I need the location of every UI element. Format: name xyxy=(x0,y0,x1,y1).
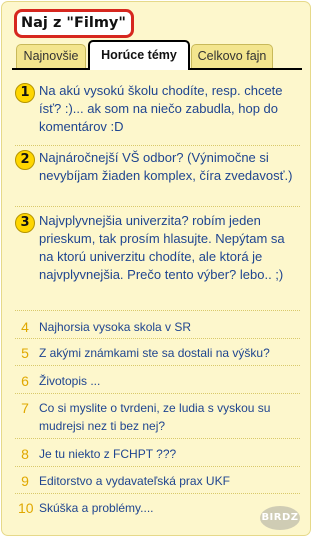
topic-link[interactable]: Najnáročnejší VŠ odbor? (Výnimočne si ne… xyxy=(39,149,301,185)
tab-celkovo-fajn[interactable]: Celkovo fajn xyxy=(191,44,273,68)
rank-number: 4 xyxy=(21,319,29,335)
rank-number: 10 xyxy=(18,500,34,516)
top-topics-widget: Naj z "Filmy" Najnovšie Horúce témy Celk… xyxy=(1,1,311,536)
rank-badge: 1 xyxy=(15,83,35,103)
tab-bar: Najnovšie Horúce témy Celkovo fajn xyxy=(2,40,312,70)
divider xyxy=(15,338,300,339)
widget-title: Naj z "Filmy" xyxy=(14,9,134,38)
divider xyxy=(15,365,300,366)
rank-badge: 2 xyxy=(15,150,35,170)
rank-badge: 3 xyxy=(15,213,35,233)
topic-link[interactable]: Najvplyvnejšia univerzita? robím jeden p… xyxy=(39,212,301,284)
divider xyxy=(15,145,300,146)
divider xyxy=(15,438,300,439)
divider xyxy=(15,466,300,467)
watermark-logo: BIRDZ xyxy=(260,506,300,530)
rank-number: 7 xyxy=(21,400,29,416)
topic-link[interactable]: Z akými známkami ste sa dostali na výšku… xyxy=(39,344,301,362)
divider xyxy=(15,493,300,494)
divider xyxy=(15,310,300,311)
topic-link[interactable]: Najhorsia vysoka skola v SR xyxy=(39,318,301,336)
topic-link[interactable]: Je tu niekto z FCHPT ??? xyxy=(39,445,301,463)
tab-horuce-temy[interactable]: Horúce témy xyxy=(88,40,190,70)
rank-number: 5 xyxy=(21,345,29,361)
topic-link[interactable]: Životopis ... xyxy=(39,372,301,390)
rank-number: 9 xyxy=(21,473,29,489)
divider xyxy=(15,206,300,207)
tab-najnovsie[interactable]: Najnovšie xyxy=(16,44,86,68)
rank-number: 8 xyxy=(21,446,29,462)
topic-link[interactable]: Na akú vysokú školu chodíte, resp. chcet… xyxy=(39,82,301,136)
rank-number: 6 xyxy=(21,373,29,389)
topic-link[interactable]: Co si myslite o tvrdeni, ze ludia s vysk… xyxy=(39,399,301,435)
topic-link[interactable]: Editorstvo a vydavateľská prax UKF xyxy=(39,472,301,490)
divider xyxy=(15,393,300,394)
